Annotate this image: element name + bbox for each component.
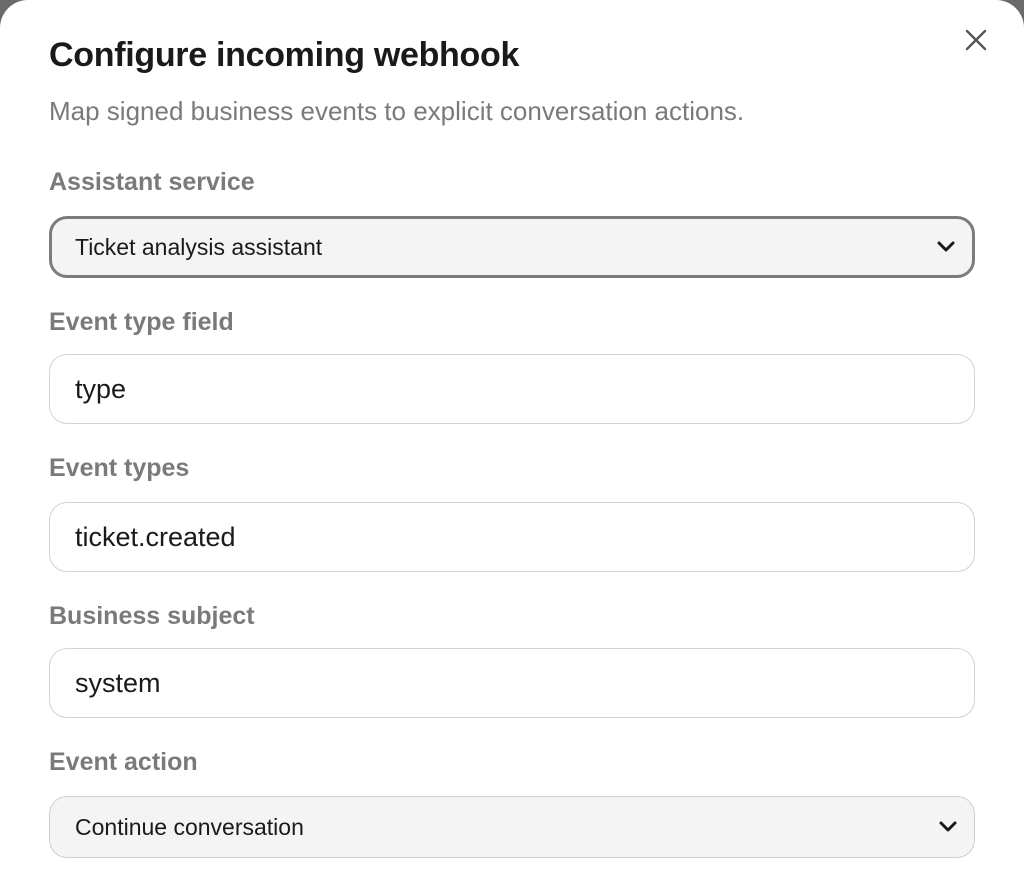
assistant-service-value: Ticket analysis assistant	[75, 233, 323, 260]
event-type-field-label: Event type field	[49, 308, 234, 336]
close-icon	[965, 29, 987, 51]
event-action-value: Continue conversation	[75, 813, 304, 840]
business-subject-label: Business subject	[49, 602, 255, 630]
close-button[interactable]	[958, 22, 994, 58]
assistant-service-select[interactable]: Ticket analysis assistant	[49, 216, 975, 278]
event-action-select[interactable]: Continue conversation	[49, 796, 975, 858]
event-action-label: Event action	[49, 748, 198, 776]
webhook-config-dialog: Configure incoming webhook Map signed bu…	[0, 0, 1024, 874]
event-type-field-input[interactable]: type	[49, 354, 975, 424]
event-types-input[interactable]: ticket.created	[49, 502, 975, 572]
dialog-subtitle: Map signed business events to explicit c…	[49, 96, 745, 126]
assistant-service-label: Assistant service	[49, 168, 255, 196]
dialog-title: Configure incoming webhook	[49, 36, 520, 74]
business-subject-value: system	[75, 667, 161, 698]
business-subject-input[interactable]: system	[49, 648, 975, 718]
event-types-value: ticket.created	[75, 521, 236, 552]
chevron-down-icon	[938, 820, 958, 834]
chevron-down-icon	[936, 240, 956, 254]
event-types-label: Event types	[49, 454, 190, 482]
event-type-field-value: type	[75, 373, 127, 404]
